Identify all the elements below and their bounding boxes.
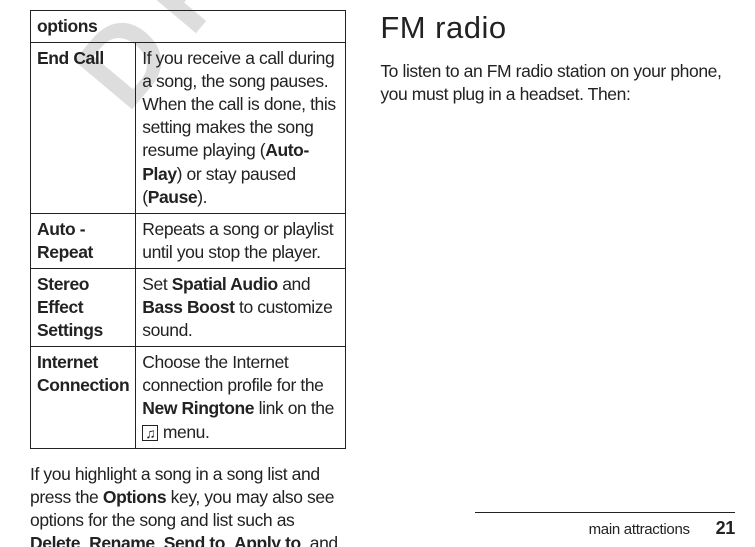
option-description: Choose the Internet connection profile f… [136,347,346,448]
option-description: Repeats a song or playlist until you sto… [136,213,346,268]
table-row: End CallIf you receive a call during a s… [31,43,346,214]
options-header: options [31,11,346,43]
option-label: Internet Connection [31,347,136,448]
option-label: Stereo Effect Settings [31,268,136,346]
page: DRAFT options End CallIf you receive a c… [0,0,755,547]
table-row: Auto - RepeatRepeats a song or playlist … [31,213,346,268]
footer-section: main attractions [589,521,690,538]
fm-radio-body: To listen to an FM radio station on your… [380,60,737,106]
table-row: Internet ConnectionChoose the Internet c… [31,347,346,448]
fm-radio-heading: FM radio [380,10,737,46]
table-header-row: options [31,11,346,43]
options-table: options End CallIf you receive a call du… [30,10,346,449]
option-description: If you receive a call during a song, the… [136,43,346,214]
music-note-icon: ♫ [142,425,158,441]
left-column: options End CallIf you receive a call du… [30,10,346,547]
footer: main attractions 21 [589,518,735,539]
option-description: Set Spatial Audio and Bass Boost to cust… [136,268,346,346]
right-column: FM radio To listen to an FM radio statio… [380,10,737,547]
option-label: End Call [31,43,136,214]
table-row: Stereo Effect SettingsSet Spatial Audio … [31,268,346,346]
columns: options End CallIf you receive a call du… [0,0,755,547]
page-number: 21 [716,518,735,538]
below-table-paragraph: If you highlight a song in a song list a… [30,463,346,547]
footer-rule [475,512,735,514]
option-label: Auto - Repeat [31,213,136,268]
